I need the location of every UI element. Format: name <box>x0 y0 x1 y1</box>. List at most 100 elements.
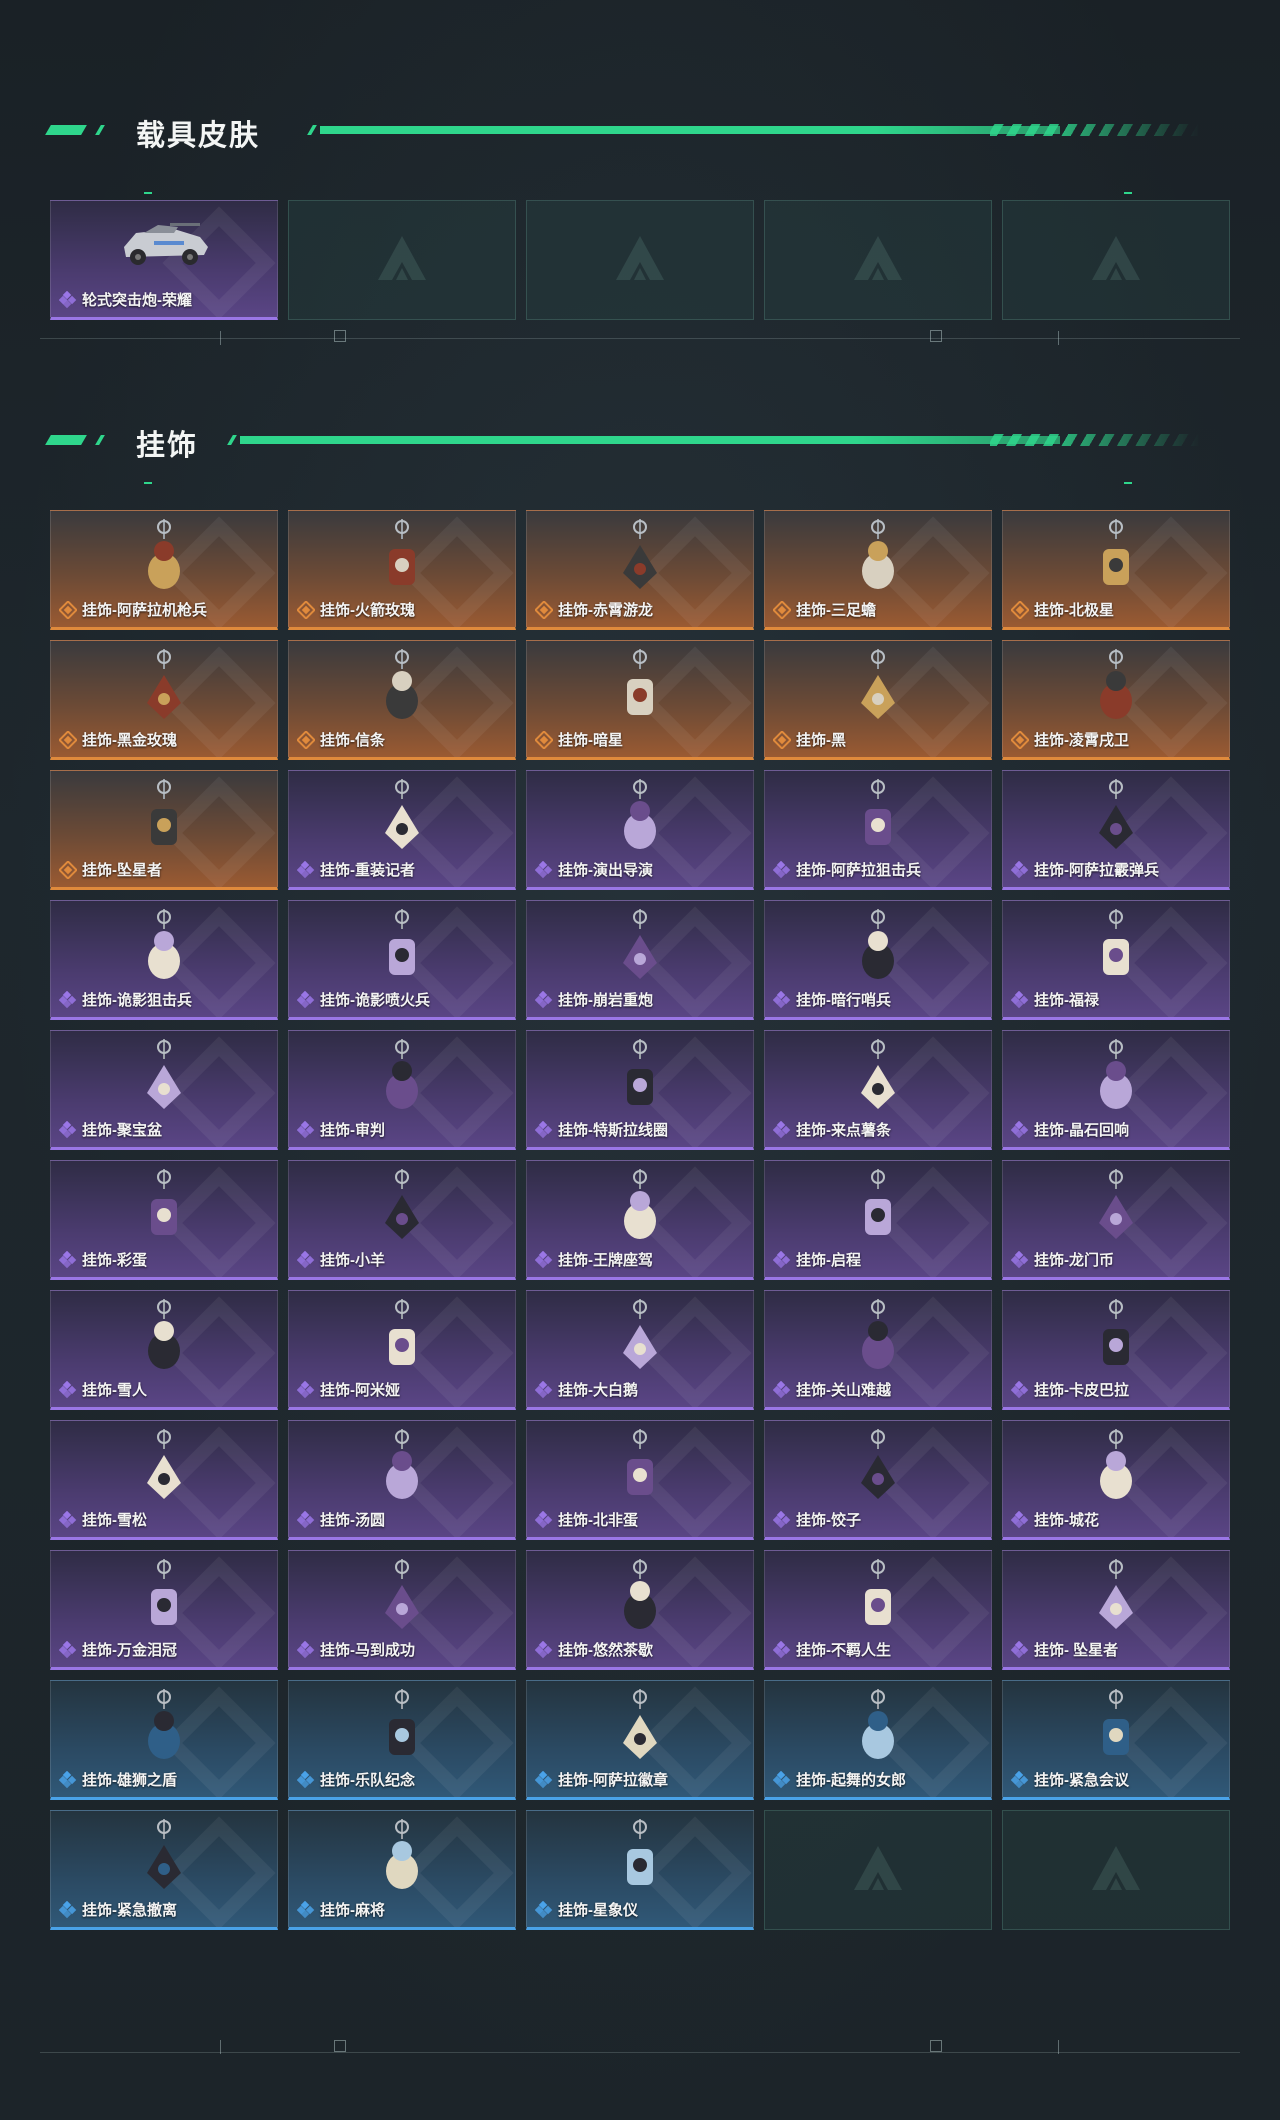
item-label: 挂饰-马到成功 <box>296 1639 415 1660</box>
item-card[interactable]: 挂饰-阿米娅 <box>288 1290 516 1410</box>
item-name: 挂饰-卡皮巴拉 <box>1034 1382 1129 1399</box>
item-card[interactable]: 挂饰-大白鹅 <box>526 1290 754 1410</box>
item-card[interactable]: 挂饰-崩岩重炮 <box>526 900 754 1020</box>
item-card[interactable]: 挂饰-晶石回响 <box>1002 1030 1230 1150</box>
item-label: 挂饰-城花 <box>1010 1509 1099 1530</box>
item-label: 挂饰-诡影喷火兵 <box>296 989 430 1010</box>
section-header-vehicle: 载具皮肤 <box>45 110 1200 152</box>
item-label: 挂饰-雪人 <box>58 1379 147 1400</box>
item-card[interactable]: 挂饰-演出导演 <box>526 770 754 890</box>
item-card[interactable]: 挂饰-暗星 <box>526 640 754 760</box>
item-name: 挂饰-暗行哨兵 <box>796 992 891 1009</box>
item-card[interactable]: 挂饰-王牌座驾 <box>526 1160 754 1280</box>
item-card[interactable]: 挂饰-万金泪冠 <box>50 1550 278 1670</box>
charm-thumbnail-icon <box>129 1427 199 1507</box>
charm-thumbnail-icon <box>367 1817 437 1897</box>
item-card[interactable]: 挂饰-小羊 <box>288 1160 516 1280</box>
item-name: 挂饰-乐队纪念 <box>320 1772 415 1789</box>
item-card[interactable]: 挂饰-暗行哨兵 <box>764 900 992 1020</box>
item-label: 挂饰-北极星 <box>1010 599 1114 620</box>
charm-thumbnail-icon <box>129 907 199 987</box>
item-card[interactable]: 挂饰-信条 <box>288 640 516 760</box>
item-name: 挂饰-重装记者 <box>320 862 415 879</box>
item-card[interactable]: 挂饰-紧急会议 <box>1002 1680 1230 1800</box>
item-card[interactable]: 挂饰-黑 <box>764 640 992 760</box>
rarity-diamond-icon <box>296 729 316 750</box>
charm-thumbnail-icon <box>843 907 913 987</box>
item-card[interactable]: 挂饰-北极星 <box>1002 510 1230 630</box>
item-label: 挂饰-特斯拉线圈 <box>534 1119 668 1140</box>
item-card[interactable]: 挂饰-起舞的女郎 <box>764 1680 992 1800</box>
item-name: 挂饰-诡影喷火兵 <box>320 992 430 1009</box>
item-card[interactable]: 挂饰-阿萨拉狙击兵 <box>764 770 992 890</box>
item-name: 挂饰-黑金玫瑰 <box>82 732 177 749</box>
charm-thumbnail-icon <box>1081 1687 1151 1767</box>
item-card[interactable]: 挂饰-关山难越 <box>764 1290 992 1410</box>
item-card[interactable]: 挂饰-聚宝盆 <box>50 1030 278 1150</box>
charm-thumbnail-icon <box>843 1297 913 1377</box>
item-card[interactable]: 挂饰-福禄 <box>1002 900 1230 1020</box>
item-name: 挂饰-悠然茶歇 <box>558 1642 653 1659</box>
item-label: 挂饰-紧急会议 <box>1010 1769 1129 1790</box>
item-card[interactable]: 挂饰-特斯拉线圈 <box>526 1030 754 1150</box>
item-card[interactable]: 挂饰-马到成功 <box>288 1550 516 1670</box>
item-card[interactable]: 挂饰-饺子 <box>764 1420 992 1540</box>
item-name: 挂饰-紧急会议 <box>1034 1772 1129 1789</box>
header-checker-pattern <box>990 434 1200 446</box>
item-card[interactable]: 挂饰-阿萨拉徽章 <box>526 1680 754 1800</box>
item-card[interactable]: 挂饰-赤霄游龙 <box>526 510 754 630</box>
item-name: 挂饰-雄狮之盾 <box>82 1772 177 1789</box>
rarity-diamond-icon <box>534 1120 553 1139</box>
rarity-diamond-icon <box>58 290 77 309</box>
empty-slot <box>764 1810 992 1930</box>
item-card[interactable]: 挂饰-阿萨拉机枪兵 <box>50 510 278 630</box>
placeholder-logo-icon <box>1086 1840 1146 1900</box>
item-card[interactable]: 挂饰-龙门币 <box>1002 1160 1230 1280</box>
rarity-diamond-icon <box>296 860 315 879</box>
item-card[interactable]: 挂饰-阿萨拉霰弹兵 <box>1002 770 1230 890</box>
item-name: 挂饰-凌霄戌卫 <box>1034 732 1129 749</box>
item-name: 挂饰-王牌座驾 <box>558 1252 653 1269</box>
item-card[interactable]: 挂饰- 坠星者 <box>1002 1550 1230 1670</box>
item-card[interactable]: 挂饰-来点薯条 <box>764 1030 992 1150</box>
item-card[interactable]: 挂饰-审判 <box>288 1030 516 1150</box>
item-card[interactable]: 挂饰-北非蛋 <box>526 1420 754 1540</box>
item-card[interactable]: 挂饰-三足蟾 <box>764 510 992 630</box>
item-card[interactable]: 挂饰-重装记者 <box>288 770 516 890</box>
item-name: 挂饰-阿萨拉徽章 <box>558 1772 668 1789</box>
item-card[interactable]: 挂饰-黑金玫瑰 <box>50 640 278 760</box>
rarity-diamond-icon <box>296 1250 315 1269</box>
item-card[interactable]: 挂饰-雪松 <box>50 1420 278 1540</box>
item-card[interactable]: 挂饰-城花 <box>1002 1420 1230 1540</box>
item-card[interactable]: 挂饰-彩蛋 <box>50 1160 278 1280</box>
item-card[interactable]: 挂饰-紧急撤离 <box>50 1810 278 1930</box>
item-card[interactable]: 挂饰-星象仪 <box>526 1810 754 1930</box>
item-card[interactable]: 挂饰-乐队纪念 <box>288 1680 516 1800</box>
item-card[interactable]: 挂饰-悠然茶歇 <box>526 1550 754 1670</box>
item-card[interactable]: 挂饰-启程 <box>764 1160 992 1280</box>
empty-slot <box>526 200 754 320</box>
rarity-diamond-icon <box>296 1510 315 1529</box>
rarity-diamond-icon <box>534 1640 553 1659</box>
rarity-diamond-icon <box>296 1900 315 1919</box>
item-card[interactable]: 挂饰-不羁人生 <box>764 1550 992 1670</box>
item-card[interactable]: 挂饰-雪人 <box>50 1290 278 1410</box>
item-card[interactable]: 挂饰-诡影狙击兵 <box>50 900 278 1020</box>
item-label: 轮式突击炮-荣耀 <box>58 289 192 310</box>
item-card[interactable]: 挂饰-诡影喷火兵 <box>288 900 516 1020</box>
item-card[interactable]: 挂饰-凌霄戌卫 <box>1002 640 1230 760</box>
charm-thumbnail-icon <box>367 907 437 987</box>
item-card[interactable]: 挂饰-汤圆 <box>288 1420 516 1540</box>
charm-grid: 挂饰-阿萨拉机枪兵 挂饰-火箭玫瑰 挂饰-赤霄游龙 挂饰-三足蟾 挂饰-北极星挂饰-黑金… <box>50 510 1230 1930</box>
item-card[interactable]: 轮式突击炮-荣耀 <box>50 200 278 320</box>
item-card[interactable]: 挂饰-卡皮巴拉 <box>1002 1290 1230 1410</box>
item-card[interactable]: 挂饰-火箭玫瑰 <box>288 510 516 630</box>
charm-thumbnail-icon <box>367 1687 437 1767</box>
item-label: 挂饰-赤霄游龙 <box>534 599 653 620</box>
item-card[interactable]: 挂饰-麻将 <box>288 1810 516 1930</box>
item-card[interactable]: 挂饰-坠星者 <box>50 770 278 890</box>
charm-thumbnail-icon <box>843 1557 913 1637</box>
charm-thumbnail-icon <box>367 777 437 857</box>
charm-thumbnail-icon <box>367 517 437 597</box>
item-card[interactable]: 挂饰-雄狮之盾 <box>50 1680 278 1800</box>
